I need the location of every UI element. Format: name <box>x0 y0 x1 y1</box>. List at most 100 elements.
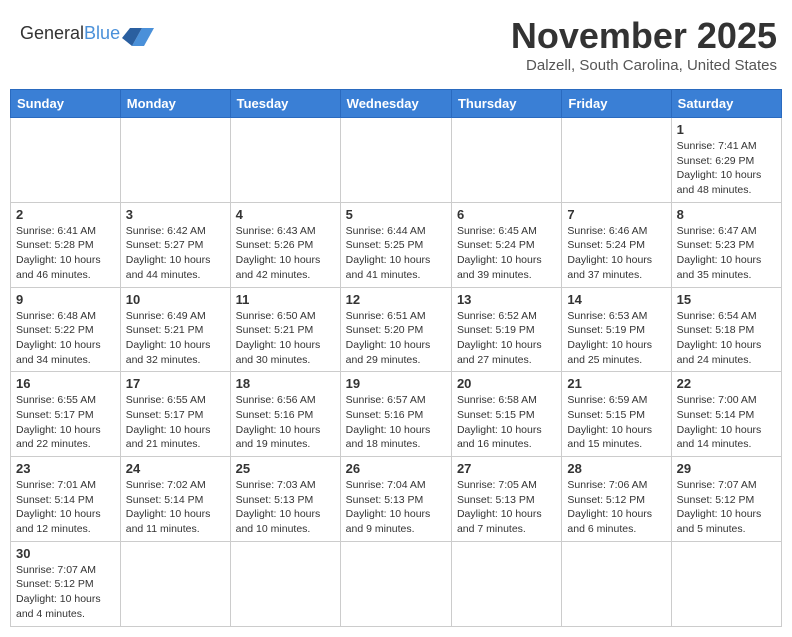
header-day-saturday: Saturday <box>671 90 781 118</box>
calendar-cell <box>120 541 230 626</box>
header-day-friday: Friday <box>562 90 671 118</box>
day-number: 30 <box>16 546 115 561</box>
day-number: 10 <box>126 292 225 307</box>
calendar-cell <box>230 118 340 203</box>
day-info: Sunrise: 6:57 AM Sunset: 5:16 PM Dayligh… <box>346 393 446 452</box>
calendar-cell: 9Sunrise: 6:48 AM Sunset: 5:22 PM Daylig… <box>11 287 121 372</box>
day-number: 26 <box>346 461 446 476</box>
day-info: Sunrise: 7:04 AM Sunset: 5:13 PM Dayligh… <box>346 478 446 537</box>
day-info: Sunrise: 6:53 AM Sunset: 5:19 PM Dayligh… <box>567 309 665 368</box>
day-number: 18 <box>236 376 335 391</box>
day-info: Sunrise: 7:41 AM Sunset: 6:29 PM Dayligh… <box>677 139 776 198</box>
day-number: 17 <box>126 376 225 391</box>
day-number: 19 <box>346 376 446 391</box>
calendar-cell: 3 Sunrise: 6:42 AM Sunset: 5:27 PM Daylig… <box>120 202 230 287</box>
calendar-cell: 30 Sunrise: 7:07 AM Sunset: 5:12 PM Dayli… <box>11 541 121 626</box>
day-info: Sunrise: 6:58 AM Sunset: 5:15 PM Dayligh… <box>457 393 556 452</box>
day-info: Sunrise: 7:02 AM Sunset: 5:14 PM Dayligh… <box>126 478 225 537</box>
calendar-cell <box>120 118 230 203</box>
day-info: Sunrise: 6:54 AM Sunset: 5:18 PM Dayligh… <box>677 309 776 368</box>
calendar-week-1: 1 Sunrise: 7:41 AM Sunset: 6:29 PM Daylig… <box>11 118 782 203</box>
calendar-cell: 19 Sunrise: 6:57 AM Sunset: 5:16 PM Dayli… <box>340 372 451 457</box>
calendar-cell: 24Sunrise: 7:02 AM Sunset: 5:14 PM Dayli… <box>120 457 230 542</box>
day-info: Sunrise: 6:51 AM Sunset: 5:20 PM Dayligh… <box>346 309 446 368</box>
header-day-monday: Monday <box>120 90 230 118</box>
calendar-cell <box>340 118 451 203</box>
day-number: 4 <box>236 207 335 222</box>
calendar-cell: 22 Sunrise: 7:00 AM Sunset: 5:14 PM Dayli… <box>671 372 781 457</box>
calendar-table: SundayMondayTuesdayWednesdayThursdayFrid… <box>10 89 782 627</box>
calendar-cell <box>451 118 561 203</box>
calendar-week-4: 16 Sunrise: 6:55 AM Sunset: 5:17 PM Dayli… <box>11 372 782 457</box>
day-info: Sunrise: 6:47 AM Sunset: 5:23 PM Dayligh… <box>677 224 776 283</box>
header-day-tuesday: Tuesday <box>230 90 340 118</box>
day-number: 14 <box>567 292 665 307</box>
calendar-cell: 18 Sunrise: 6:56 AM Sunset: 5:16 PM Dayli… <box>230 372 340 457</box>
calendar-week-5: 23 Sunrise: 7:01 AM Sunset: 5:14 PM Dayli… <box>11 457 782 542</box>
calendar-cell: 15Sunrise: 6:54 AM Sunset: 5:18 PM Dayli… <box>671 287 781 372</box>
day-number: 2 <box>16 207 115 222</box>
day-number: 12 <box>346 292 446 307</box>
day-number: 22 <box>677 376 776 391</box>
day-info: Sunrise: 6:50 AM Sunset: 5:21 PM Dayligh… <box>236 309 335 368</box>
day-number: 8 <box>677 207 776 222</box>
day-info: Sunrise: 7:01 AM Sunset: 5:14 PM Dayligh… <box>16 478 115 537</box>
calendar-cell: 23 Sunrise: 7:01 AM Sunset: 5:14 PM Dayli… <box>11 457 121 542</box>
calendar-cell <box>11 118 121 203</box>
day-number: 21 <box>567 376 665 391</box>
calendar-title: November 2025 <box>511 15 777 57</box>
day-info: Sunrise: 7:07 AM Sunset: 5:12 PM Dayligh… <box>16 563 115 622</box>
logo-icon <box>122 18 154 46</box>
day-number: 9 <box>16 292 115 307</box>
day-info: Sunrise: 7:06 AM Sunset: 5:12 PM Dayligh… <box>567 478 665 537</box>
calendar-cell: 1 Sunrise: 7:41 AM Sunset: 6:29 PM Daylig… <box>671 118 781 203</box>
day-number: 29 <box>677 461 776 476</box>
calendar-cell <box>230 541 340 626</box>
calendar-cell: 28Sunrise: 7:06 AM Sunset: 5:12 PM Dayli… <box>562 457 671 542</box>
calendar-week-2: 2 Sunrise: 6:41 AM Sunset: 5:28 PM Daylig… <box>11 202 782 287</box>
calendar-cell: 29Sunrise: 7:07 AM Sunset: 5:12 PM Dayli… <box>671 457 781 542</box>
header-day-wednesday: Wednesday <box>340 90 451 118</box>
day-number: 6 <box>457 207 556 222</box>
day-number: 16 <box>16 376 115 391</box>
logo-text: GeneralBlue <box>20 23 120 44</box>
day-info: Sunrise: 7:05 AM Sunset: 5:13 PM Dayligh… <box>457 478 556 537</box>
day-number: 25 <box>236 461 335 476</box>
calendar-cell: 10Sunrise: 6:49 AM Sunset: 5:21 PM Dayli… <box>120 287 230 372</box>
calendar-cell: 16Sunrise: 6:55 AM Sunset: 5:17 PM Dayli… <box>11 372 121 457</box>
calendar-cell <box>451 541 561 626</box>
day-number: 23 <box>16 461 115 476</box>
calendar-week-3: 9Sunrise: 6:48 AM Sunset: 5:22 PM Daylig… <box>11 287 782 372</box>
title-area: November 2025 Dalzell, South Carolina, U… <box>511 15 777 74</box>
calendar-cell <box>340 541 451 626</box>
day-info: Sunrise: 6:43 AM Sunset: 5:26 PM Dayligh… <box>236 224 335 283</box>
day-info: Sunrise: 7:03 AM Sunset: 5:13 PM Dayligh… <box>236 478 335 537</box>
calendar-cell: 11Sunrise: 6:50 AM Sunset: 5:21 PM Dayli… <box>230 287 340 372</box>
calendar-header-row: SundayMondayTuesdayWednesdayThursdayFrid… <box>11 90 782 118</box>
header-day-thursday: Thursday <box>451 90 561 118</box>
calendar-cell: 12 Sunrise: 6:51 AM Sunset: 5:20 PM Dayli… <box>340 287 451 372</box>
day-number: 5 <box>346 207 446 222</box>
calendar-cell: 20 Sunrise: 6:58 AM Sunset: 5:15 PM Dayli… <box>451 372 561 457</box>
day-number: 13 <box>457 292 556 307</box>
day-info: Sunrise: 6:55 AM Sunset: 5:17 PM Dayligh… <box>126 393 225 452</box>
day-info: Sunrise: 6:59 AM Sunset: 5:15 PM Dayligh… <box>567 393 665 452</box>
day-number: 27 <box>457 461 556 476</box>
day-info: Sunrise: 6:42 AM Sunset: 5:27 PM Dayligh… <box>126 224 225 283</box>
day-info: Sunrise: 6:41 AM Sunset: 5:28 PM Dayligh… <box>16 224 115 283</box>
day-info: Sunrise: 6:46 AM Sunset: 5:24 PM Dayligh… <box>567 224 665 283</box>
day-info: Sunrise: 7:00 AM Sunset: 5:14 PM Dayligh… <box>677 393 776 452</box>
day-number: 3 <box>126 207 225 222</box>
header: GeneralBlue November 2025 Dalzell, South… <box>10 10 782 79</box>
calendar-cell: 27 Sunrise: 7:05 AM Sunset: 5:13 PM Dayli… <box>451 457 561 542</box>
calendar-cell: 25 Sunrise: 7:03 AM Sunset: 5:13 PM Dayli… <box>230 457 340 542</box>
day-number: 20 <box>457 376 556 391</box>
calendar-cell: 5Sunrise: 6:44 AM Sunset: 5:25 PM Daylig… <box>340 202 451 287</box>
calendar-week-6: 30 Sunrise: 7:07 AM Sunset: 5:12 PM Dayli… <box>11 541 782 626</box>
calendar-cell <box>671 541 781 626</box>
day-info: Sunrise: 6:45 AM Sunset: 5:24 PM Dayligh… <box>457 224 556 283</box>
calendar-cell: 21 Sunrise: 6:59 AM Sunset: 5:15 PM Dayli… <box>562 372 671 457</box>
day-number: 1 <box>677 122 776 137</box>
day-info: Sunrise: 6:56 AM Sunset: 5:16 PM Dayligh… <box>236 393 335 452</box>
calendar-cell: 14 Sunrise: 6:53 AM Sunset: 5:19 PM Dayli… <box>562 287 671 372</box>
